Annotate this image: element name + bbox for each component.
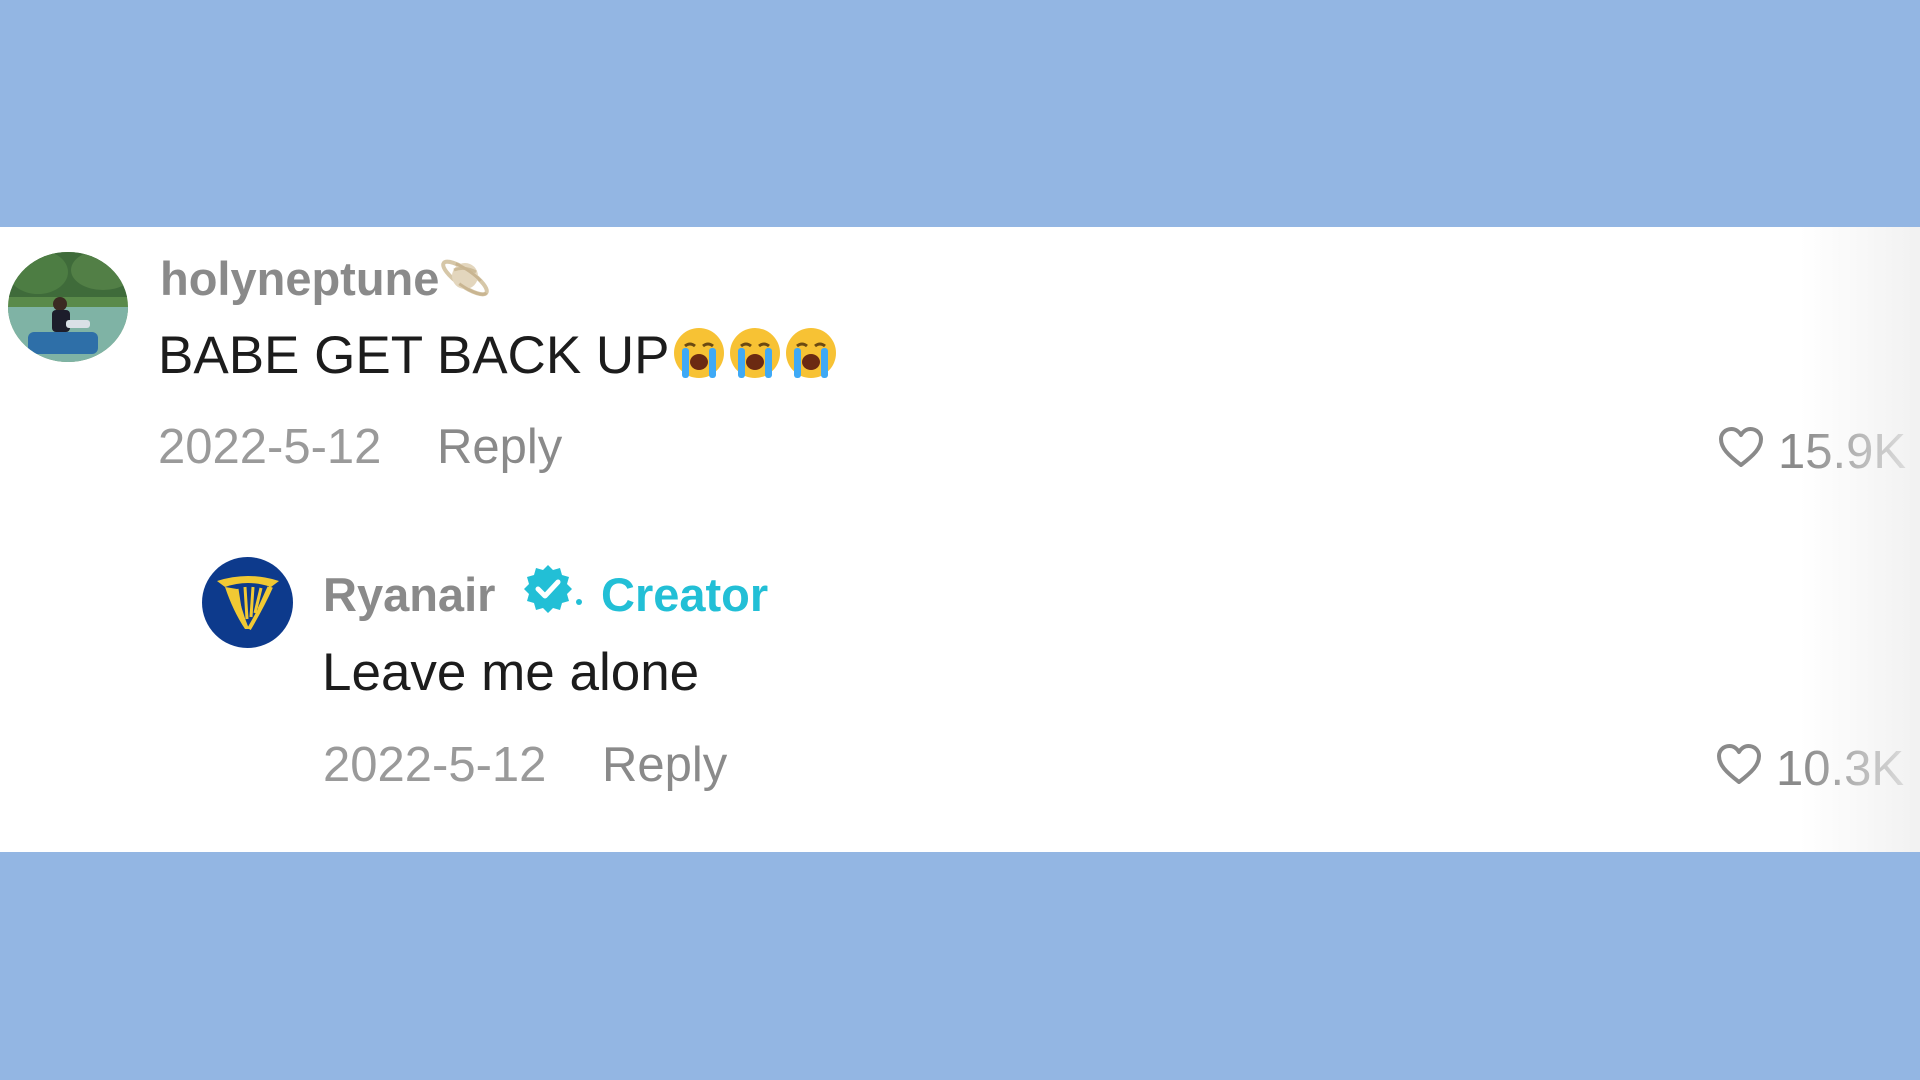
- reply-like-button[interactable]: 10.3K: [1716, 741, 1904, 797]
- user-avatar-photo: [8, 252, 128, 362]
- comment-username[interactable]: holyneptune: [160, 251, 493, 313]
- comment-like-count: 15.9K: [1778, 425, 1907, 479]
- creator-badge: Creator: [601, 568, 769, 621]
- screenshot-canvas: holyneptune BABE GET BACK UP 2022-5-12 R…: [0, 0, 1920, 1080]
- reply-reply-button[interactable]: Reply: [602, 737, 727, 793]
- loudly-crying-face-icon: [784, 326, 838, 393]
- user-avatar[interactable]: [8, 252, 128, 362]
- heart-icon: [1716, 741, 1762, 797]
- reply-username[interactable]: Ryanair: [323, 567, 495, 622]
- verified-badge-icon: [522, 563, 574, 620]
- heart-icon: [1718, 424, 1764, 480]
- comment-like-button[interactable]: 15.9K: [1718, 424, 1906, 480]
- ryanair-avatar[interactable]: [202, 557, 293, 648]
- comment-text-body: BABE GET BACK UP: [158, 326, 670, 385]
- comment-reply-button[interactable]: Reply: [437, 419, 562, 475]
- comment-text: BABE GET BACK UP: [158, 325, 838, 393]
- comment-thread-card: holyneptune BABE GET BACK UP 2022-5-12 R…: [0, 227, 1920, 852]
- loudly-crying-face-icon: [672, 326, 726, 393]
- reply-like-count: 10.3K: [1776, 742, 1905, 796]
- comment-username-text: holyneptune: [160, 252, 440, 305]
- saturn-planet-icon: [441, 252, 493, 313]
- reply-date: 2022-5-12: [323, 738, 547, 792]
- loudly-crying-face-icon: [728, 326, 782, 393]
- reply-text: Leave me alone: [322, 643, 700, 702]
- separator-dot: [576, 599, 582, 605]
- harp-logo-icon: [216, 575, 279, 630]
- comment-date: 2022-5-12: [158, 420, 382, 474]
